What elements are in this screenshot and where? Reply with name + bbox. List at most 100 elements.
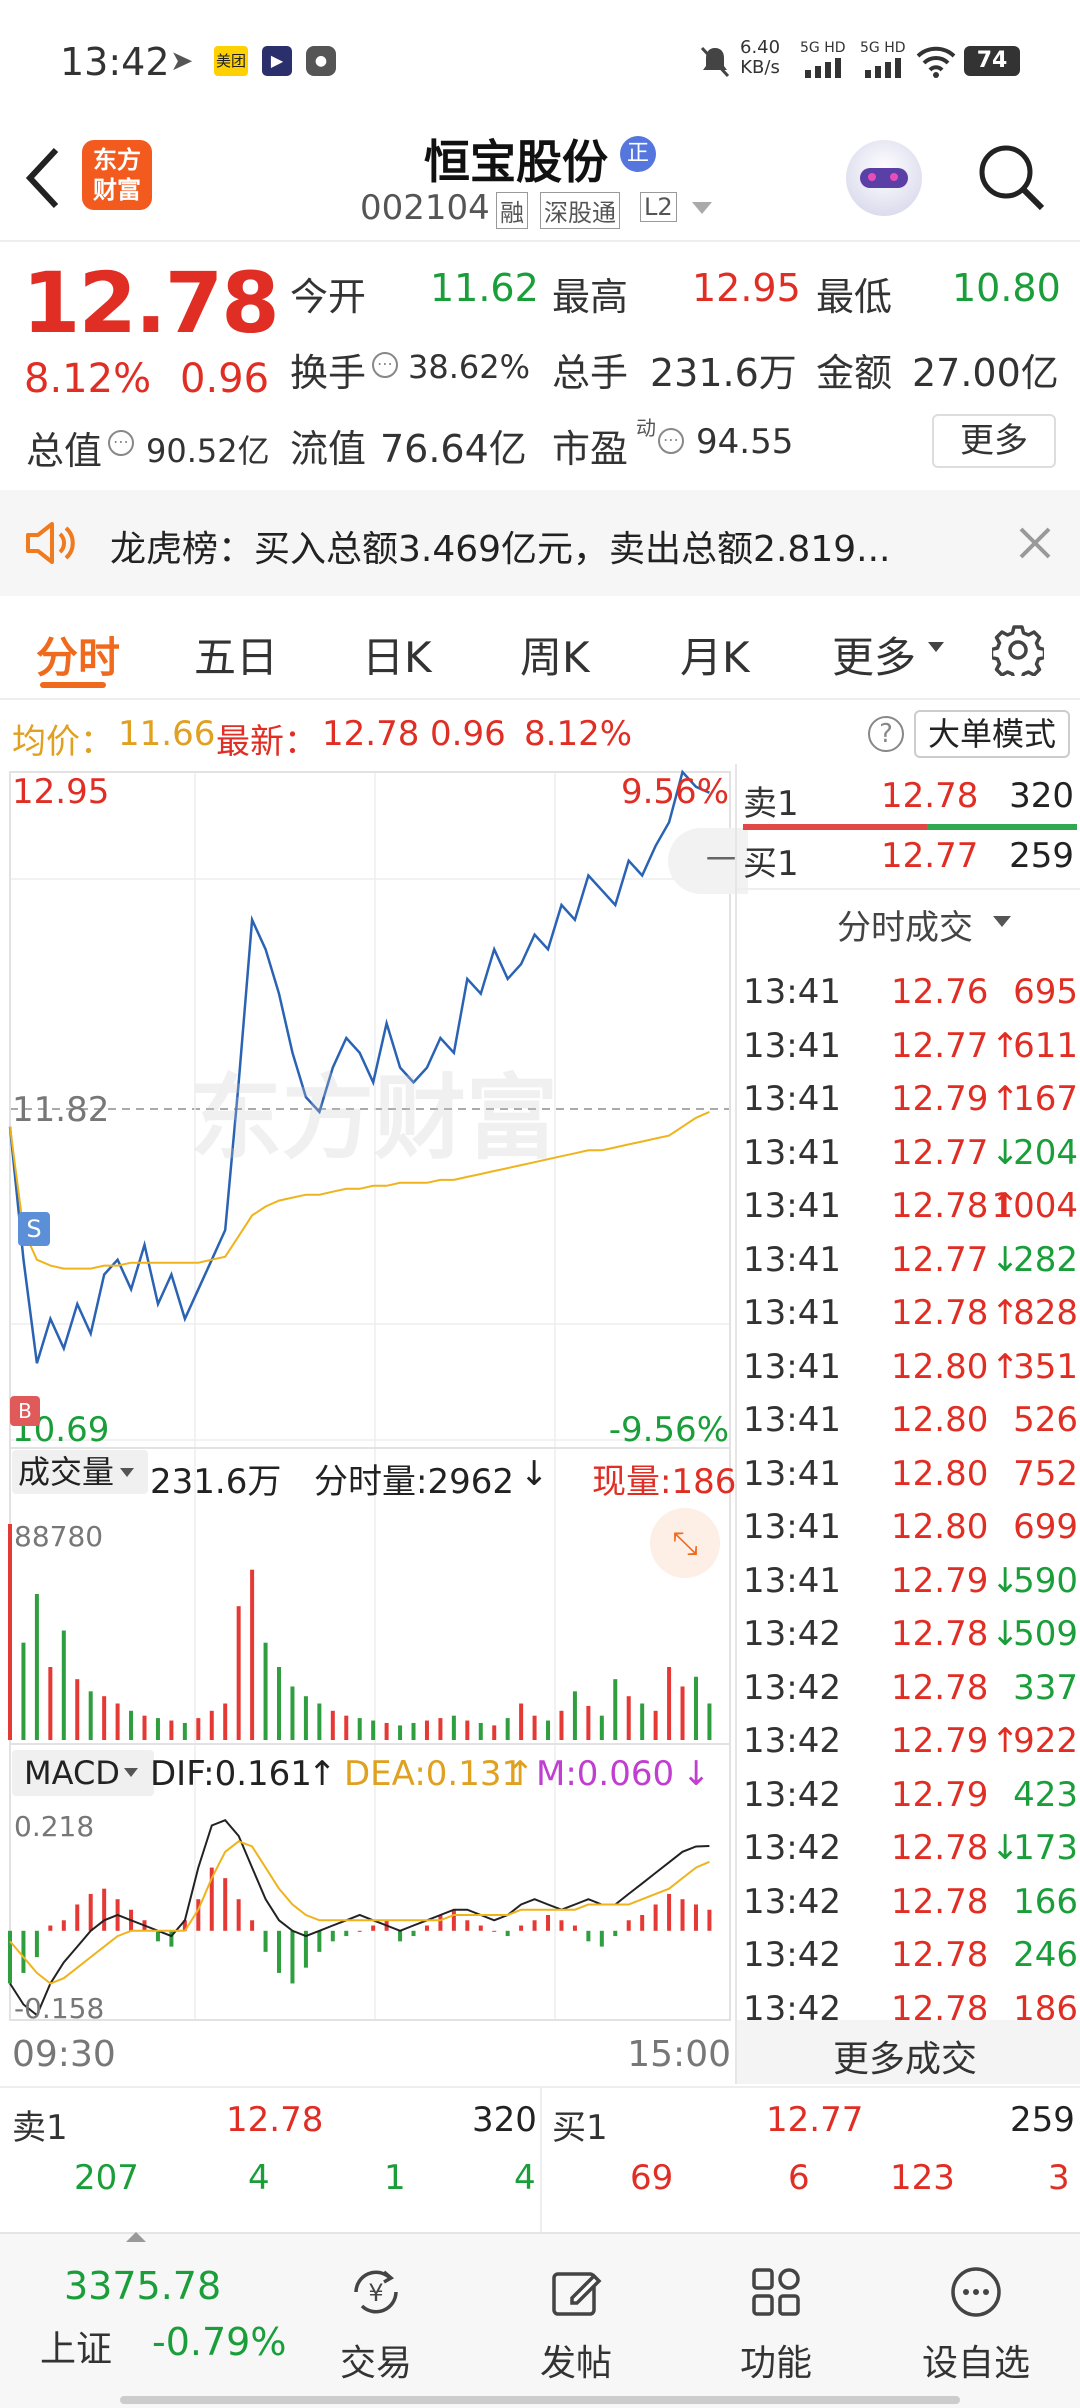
volume-bar xyxy=(317,1703,322,1740)
macd-bar xyxy=(250,1920,255,1931)
volume-bar xyxy=(303,1696,308,1740)
tick-price: 12.80 xyxy=(891,1453,989,1494)
nav-post[interactable]: 发帖 xyxy=(476,2234,676,2408)
volume-bar xyxy=(640,1703,645,1740)
volume-bar xyxy=(330,1710,335,1740)
depth-bid-volume: 259 xyxy=(1010,2100,1075,2140)
tab-more[interactable]: 更多 xyxy=(832,624,916,685)
tick-time: 13:41 xyxy=(743,1186,841,1226)
volume-dropdown-icon[interactable] xyxy=(120,1468,134,1478)
robot-assistant-avatar[interactable] xyxy=(846,140,922,216)
tick-row: 13:42 12.78 166 xyxy=(743,1882,1078,1935)
tick-row: 13:42 12.78 ↓ 509 xyxy=(743,1614,1078,1667)
macd-bar xyxy=(680,1899,685,1931)
float-cap-value: 76.64亿 xyxy=(380,427,527,471)
more-trades-button[interactable]: 更多成交 xyxy=(737,2020,1080,2084)
low-label: 最低 xyxy=(816,275,893,319)
pe-value: 94.55 xyxy=(696,422,794,462)
depth-ask-price: 12.78 xyxy=(226,2100,324,2140)
macd-dropdown-icon[interactable] xyxy=(124,1768,138,1778)
volume-bar xyxy=(478,1722,483,1740)
pe-info-icon[interactable]: ⋯ xyxy=(658,428,684,454)
volume-max-label: 88780 xyxy=(14,1520,104,1553)
tick-price: 12.79 xyxy=(891,1774,989,1815)
edit-post-icon xyxy=(552,2272,602,2316)
stock-name: 恒宝股份 xyxy=(424,135,608,189)
close-icon[interactable] xyxy=(1018,526,1052,560)
volume-bar xyxy=(451,1715,456,1740)
tab-weekly-k[interactable]: 周K xyxy=(520,624,590,685)
nav-trade[interactable]: ¥ 交易 xyxy=(276,2234,476,2408)
latest-pct: 8.12% xyxy=(524,714,633,754)
tick-row: 13:41 12.78 ↑ 1004 xyxy=(743,1186,1078,1239)
ticks-title[interactable]: 分时成交 xyxy=(837,900,973,949)
tick-time: 13:41 xyxy=(743,1346,841,1387)
tick-volume: 509 xyxy=(1013,1614,1078,1654)
tick-row: 13:41 12.80 752 xyxy=(743,1454,1078,1507)
tick-time: 13:41 xyxy=(743,1507,841,1547)
grid-functions-icon xyxy=(752,2268,800,2316)
index-widget[interactable]: 3375.78 上证 -0.79% xyxy=(0,2232,300,2408)
tick-time: 13:41 xyxy=(743,1079,841,1119)
chart-frame xyxy=(9,771,731,2021)
dea-arrow: ↑ xyxy=(506,1754,535,1794)
ticks-dropdown-icon[interactable] xyxy=(993,916,1011,928)
more-dots-icon xyxy=(951,2267,1001,2317)
nav-add-watchlist[interactable]: 设自选 xyxy=(876,2234,1076,2408)
macd-bar xyxy=(505,1930,510,1937)
tick-row: 13:41 12.77 ↓ 282 xyxy=(743,1240,1078,1293)
high-value: 12.95 xyxy=(692,266,801,310)
axis-top-price: 12.95 xyxy=(12,772,110,812)
tick-price: 12.80 xyxy=(891,1507,989,1547)
more-button[interactable]: 更多 xyxy=(932,414,1056,468)
ask1-label: 卖1 xyxy=(743,784,799,824)
bid1-label: 买1 xyxy=(743,844,799,884)
volume-bar xyxy=(599,1715,604,1740)
chart-tabs: 分时 五日 日K 周K 月K 更多 xyxy=(0,596,1080,700)
volume-bar xyxy=(519,1703,524,1740)
axis-top-pct: 9.56% xyxy=(620,772,729,812)
tab-five-day[interactable]: 五日 xyxy=(194,624,278,685)
dragon-tiger-notice[interactable]: 龙虎榜：买入总额3.469亿元，卖出总额2.819... xyxy=(0,490,1080,596)
volume-bar xyxy=(209,1710,214,1740)
help-icon[interactable]: ? xyxy=(868,716,904,752)
search-icon[interactable] xyxy=(976,142,1046,212)
depth-ask-volume: 320 xyxy=(472,2100,537,2140)
buy-marker[interactable]: B xyxy=(10,1396,40,1426)
sell-marker[interactable]: S xyxy=(18,1212,50,1246)
dif-line xyxy=(9,1819,710,2017)
macd-bar xyxy=(34,1930,39,1958)
tick-price: 12.78 xyxy=(891,1667,989,1708)
tab-monthly-k[interactable]: 月K xyxy=(680,624,750,685)
settings-gear-icon[interactable] xyxy=(992,624,1044,676)
clock: 13:42 xyxy=(60,40,170,84)
quote-panel: 12.78 8.12% 0.96 总值 ⋯ 90.52亿 今开 11.62 最高… xyxy=(0,244,1080,490)
expand-icon[interactable]: ⤡ xyxy=(650,1508,720,1578)
macd-bar xyxy=(88,1893,93,1931)
index-change: -0.79% xyxy=(152,2320,287,2364)
big-order-mode-button[interactable]: 大单模式 xyxy=(914,710,1070,758)
macd-m-arrow: ↓ xyxy=(682,1754,711,1794)
turnover-info-icon[interactable]: ⋯ xyxy=(372,352,398,378)
tab-daily-k[interactable]: 日K xyxy=(362,624,432,685)
nav-functions[interactable]: 功能 xyxy=(676,2234,876,2408)
volume-bar xyxy=(411,1722,416,1740)
depth-bid-cell: 69 xyxy=(630,2158,674,2198)
macd-bar xyxy=(290,1930,295,1984)
macd-bar xyxy=(667,1893,672,1931)
more-trades-label: 更多成交 xyxy=(833,2039,978,2080)
tick-time: 13:41 xyxy=(743,1400,841,1440)
active-tab-indicator xyxy=(40,682,106,688)
chevron-down-icon[interactable] xyxy=(692,202,712,216)
tick-row: 13:41 12.80 526 xyxy=(743,1400,1078,1453)
back-arrow-icon[interactable] xyxy=(22,146,62,210)
market-cap-label: 总值 xyxy=(26,429,103,473)
macd-bar xyxy=(236,1899,241,1931)
tab-intraday[interactable]: 分时 xyxy=(36,624,120,685)
intraday-chart-area[interactable]: 东方财富 12.95 9.56% 11.82 10.69 -9.56% 一 S … xyxy=(0,764,748,2084)
more-dropdown-icon[interactable] xyxy=(928,642,944,654)
info-icon[interactable]: ⋯ xyxy=(108,430,134,456)
eastmoney-logo[interactable]: 东方 财富 xyxy=(82,140,152,210)
dea-value: DEA:0.131 xyxy=(344,1754,524,1794)
volume-bar xyxy=(357,1718,362,1740)
